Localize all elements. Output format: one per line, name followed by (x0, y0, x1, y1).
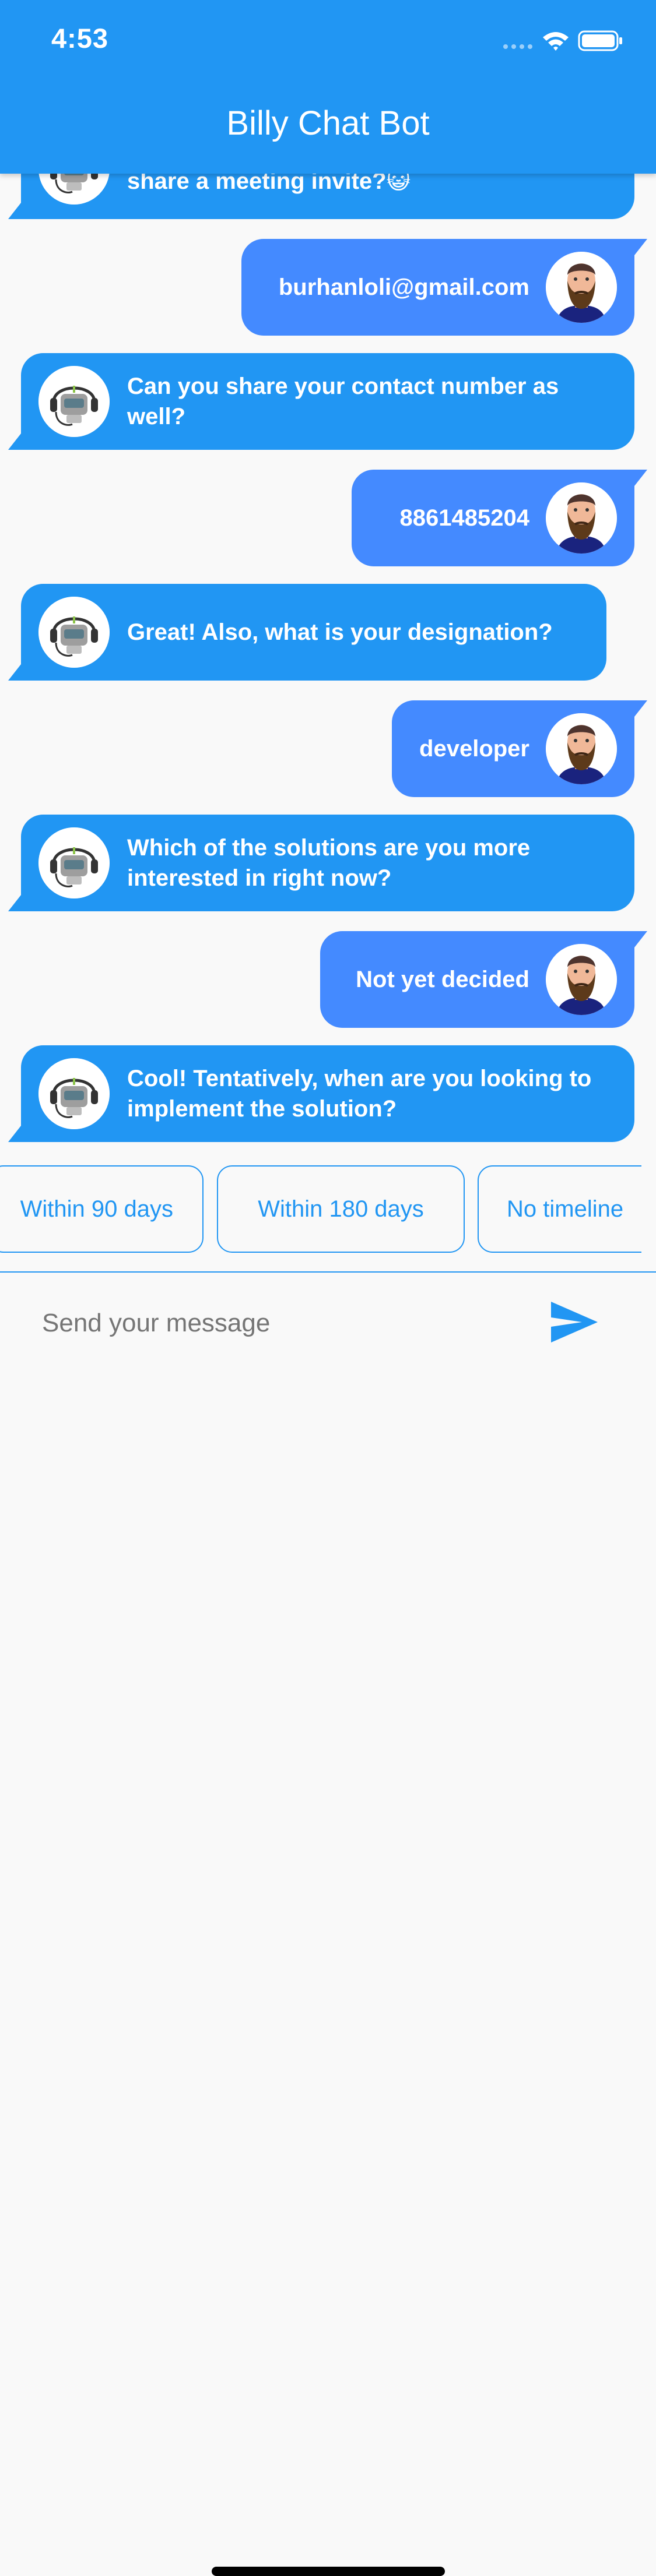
message-text: Cool! Tentatively, when are you looking … (127, 1066, 592, 1122)
user-message: 8861485204 (352, 470, 647, 566)
app-bar: 4:53 Billy Chat Bot (0, 0, 656, 174)
wifi-icon (543, 32, 569, 51)
status-time: 4:53 (51, 23, 109, 54)
user-avatar (546, 482, 617, 554)
chip-label: No timeline (507, 1196, 624, 1222)
user-message: developer (392, 700, 647, 797)
robot-headset-icon (38, 1058, 110, 1129)
message-text: Not yet decided (356, 967, 529, 992)
robot-headset-icon (38, 366, 110, 437)
send-button[interactable] (548, 1296, 601, 1348)
chat-list[interactable]: share a meeting invite?😺 burhanloli@gmai… (0, 0, 656, 1270)
chip-label: Within 180 days (258, 1196, 424, 1222)
quick-reply-chip[interactable]: Within 180 days (217, 1165, 465, 1253)
user-message: Not yet decided (320, 931, 647, 1028)
home-indicator (212, 2567, 445, 2576)
user-avatar (546, 944, 617, 1015)
bot-avatar (38, 366, 110, 437)
message-text: 8861485204 (399, 505, 529, 531)
page-title: Billy Chat Bot (226, 104, 430, 142)
battery-icon (578, 30, 622, 51)
bot-avatar (38, 1058, 110, 1129)
bot-message: Cool! Tentatively, when are you looking … (8, 1045, 634, 1142)
status-icons (501, 29, 629, 52)
quick-replies[interactable]: Within 90 days Within 180 days No timeli… (0, 1165, 641, 1254)
bearded-man-icon (546, 252, 617, 323)
quick-reply-chip[interactable]: No timeline (478, 1165, 641, 1253)
user-avatar (546, 252, 617, 323)
message-input[interactable] (41, 1299, 521, 1347)
send-icon (551, 1302, 598, 1342)
robot-headset-icon (38, 827, 110, 898)
bot-message: Can you share your contact number as wel… (8, 353, 634, 450)
robot-headset-icon (38, 597, 110, 668)
chip-label: Within 90 days (20, 1196, 173, 1222)
bot-message: Which of the solutions are you more inte… (8, 815, 634, 911)
bot-message: Great! Also, what is your designation? (8, 584, 606, 681)
message-text: Great! Also, what is your designation? (127, 619, 553, 645)
message-text: developer (419, 736, 529, 762)
signal-icon (503, 44, 532, 49)
bot-avatar (38, 827, 110, 898)
message-text: Which of the solutions are you more inte… (127, 835, 531, 891)
user-message: burhanloli@gmail.com (241, 239, 647, 336)
message-text: Can you share your contact number as wel… (127, 373, 559, 429)
message-text: burhanloli@gmail.com (278, 274, 529, 300)
bot-avatar (38, 597, 110, 668)
user-avatar (546, 713, 617, 784)
message-composer (0, 1271, 656, 2576)
bearded-man-icon (546, 944, 617, 1015)
bearded-man-icon (546, 713, 617, 784)
bearded-man-icon (546, 482, 617, 554)
quick-reply-chip[interactable]: Within 90 days (0, 1165, 204, 1253)
